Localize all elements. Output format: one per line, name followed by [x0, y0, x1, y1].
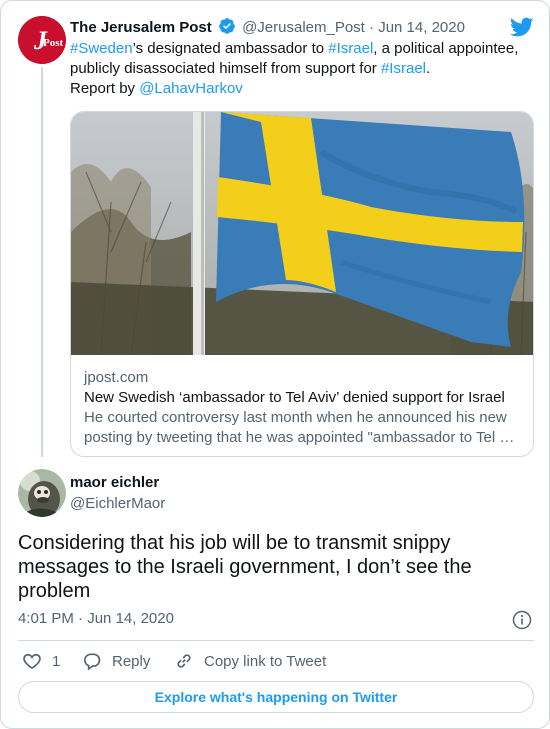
- hashtag-link[interactable]: #Israel: [381, 60, 426, 77]
- twitter-bird-icon[interactable]: [510, 15, 534, 39]
- tweet-date[interactable]: Jun 14, 2020: [378, 19, 465, 36]
- tweet-date: Jun 14, 2020: [87, 610, 174, 627]
- text-segment: ’s designated ambassador to: [132, 40, 329, 57]
- hashtag-link[interactable]: #Israel: [328, 40, 373, 57]
- embedded-tweet-card: J Post The Jerusalem Post @Jerusalem_Pos…: [0, 0, 550, 729]
- reply-bubble-icon: [83, 653, 101, 671]
- thread-connector: [41, 67, 43, 457]
- text-segment: Report by: [70, 80, 140, 97]
- tweet-text: Considering that his job will be to tran…: [18, 532, 472, 602]
- reply-button[interactable]: Reply: [82, 650, 150, 672]
- separator-dot: ·: [78, 610, 84, 627]
- text-segment: .: [426, 60, 431, 77]
- tweet-timestamp[interactable]: 4:01 PM · Jun 14, 2020: [18, 609, 174, 629]
- author-name[interactable]: The Jerusalem Post: [70, 19, 212, 36]
- info-icon[interactable]: [512, 610, 532, 630]
- author-handle[interactable]: @Jerusalem_Post: [242, 19, 365, 36]
- jpost-logo-icon: J Post: [18, 16, 66, 64]
- separator-dot: ·: [369, 19, 375, 36]
- tweet-text: #Sweden’s designated ambassador to #Isra…: [70, 39, 530, 99]
- link-card-meta: jpost.com New Swedish ‘ambassador to Tel…: [84, 368, 524, 448]
- copy-link-button[interactable]: Copy link to Tweet: [174, 650, 326, 672]
- link-preview-card[interactable]: jpost.com New Swedish ‘ambassador to Tel…: [70, 111, 534, 457]
- reply-label: Reply: [112, 652, 151, 670]
- explore-button[interactable]: Explore what's happening on Twitter: [18, 681, 534, 713]
- mention-link[interactable]: @LahavHarkov: [139, 80, 243, 97]
- user-avatar-image: [18, 469, 66, 517]
- verified-badge-icon: [218, 17, 236, 41]
- avatar[interactable]: J Post: [18, 16, 66, 64]
- heart-icon: [23, 653, 41, 670]
- copy-link-label: Copy link to Tweet: [204, 652, 327, 670]
- link-description: He courted controversy last month when h…: [84, 409, 515, 446]
- tweet-time: 4:01 PM: [18, 610, 74, 627]
- link-icon: [177, 654, 191, 668]
- link-title: New Swedish ‘ambassador to Tel Aviv’ den…: [84, 389, 505, 406]
- hashtag-link[interactable]: #Sweden: [70, 40, 133, 57]
- author-name[interactable]: maor eichler: [70, 473, 159, 493]
- like-count: 1: [52, 652, 61, 670]
- tweet-header: The Jerusalem Post @Jerusalem_Post · Jun…: [70, 17, 465, 41]
- divider: [18, 640, 534, 641]
- logo-letters-post: Post: [43, 37, 64, 49]
- author-handle[interactable]: @EichlerMaor: [70, 494, 165, 514]
- link-domain: jpost.com: [84, 369, 149, 386]
- like-button[interactable]: 1: [22, 650, 60, 672]
- avatar[interactable]: [18, 469, 66, 517]
- swedish-flag-image: [71, 112, 533, 355]
